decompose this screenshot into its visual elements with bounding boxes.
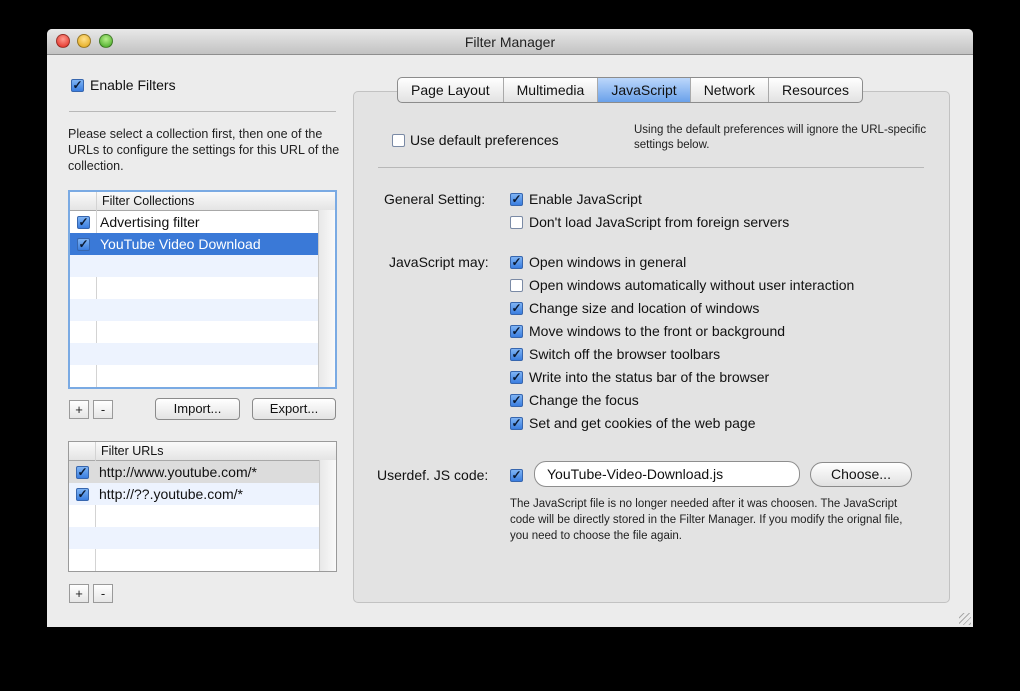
- change-focus-label: Change the focus: [529, 392, 639, 408]
- cookies-checkbox[interactable]: ✓: [510, 417, 523, 430]
- url-checkbox[interactable]: ✓: [76, 466, 89, 479]
- change-size-checkbox[interactable]: ✓: [510, 302, 523, 315]
- remove-url-button[interactable]: -: [93, 584, 113, 603]
- add-url-button[interactable]: +: [69, 584, 89, 603]
- enable-filters-checkbox[interactable]: ✓: [71, 79, 84, 92]
- collection-row-selected[interactable]: ✓ YouTube Video Download: [70, 233, 319, 255]
- collection-row[interactable]: ✓ Advertising filter: [70, 211, 319, 233]
- collection-label: Advertising filter: [100, 214, 200, 230]
- enable-javascript-label: Enable JavaScript: [529, 191, 642, 207]
- instruction-text: Please select a collection first, then o…: [68, 127, 340, 173]
- empty-row: [70, 255, 319, 277]
- move-windows-checkbox[interactable]: ✓: [510, 325, 523, 338]
- tab-javascript[interactable]: JavaScript: [598, 78, 691, 102]
- tab-multimedia[interactable]: Multimedia: [504, 78, 599, 102]
- foreign-servers-checkbox[interactable]: ✓: [510, 216, 523, 229]
- urls-scrollbar[interactable]: [319, 460, 336, 571]
- filter-urls-table[interactable]: Filter URLs ✓ http://www.youtube.com/* ✓…: [68, 441, 337, 572]
- use-default-checkbox[interactable]: ✓: [392, 134, 405, 147]
- js-file-note: The JavaScript file is no longer needed …: [510, 498, 903, 542]
- userdef-js-checkbox[interactable]: ✓: [510, 469, 523, 482]
- open-windows-checkbox[interactable]: ✓: [510, 256, 523, 269]
- change-focus-checkbox[interactable]: ✓: [510, 394, 523, 407]
- open-auto-checkbox[interactable]: ✓: [510, 279, 523, 292]
- empty-row: [70, 365, 319, 387]
- resize-grip-icon[interactable]: [959, 613, 971, 625]
- filter-collections-table[interactable]: Filter Collections ✓ Advertising filter …: [68, 190, 337, 389]
- add-collection-button[interactable]: +: [69, 400, 89, 419]
- url-label: http://??.youtube.com/*: [99, 486, 243, 502]
- use-default-label: Use default preferences: [410, 132, 559, 148]
- userdef-js-label: Userdef. JS code:: [377, 467, 489, 483]
- urls-header[interactable]: Filter URLs: [69, 442, 336, 461]
- tab-network[interactable]: Network: [691, 78, 770, 102]
- toolbars-checkbox[interactable]: ✓: [510, 348, 523, 361]
- empty-row: [70, 277, 319, 299]
- export-button[interactable]: Export...: [252, 398, 336, 420]
- move-windows-label: Move windows to the front or background: [529, 323, 786, 339]
- empty-row: [69, 549, 320, 571]
- tab-bar: Page Layout Multimedia JavaScript Networ…: [397, 77, 863, 103]
- empty-row: [69, 505, 320, 527]
- tab-page-layout[interactable]: Page Layout: [398, 78, 504, 102]
- separator: [69, 111, 336, 112]
- status-bar-checkbox[interactable]: ✓: [510, 371, 523, 384]
- enable-javascript-checkbox[interactable]: ✓: [510, 193, 523, 206]
- collections-scrollbar[interactable]: [318, 210, 335, 387]
- url-row[interactable]: ✓ http://www.youtube.com/*: [69, 461, 320, 483]
- toolbars-label: Switch off the browser toolbars: [529, 346, 721, 362]
- title-bar[interactable]: Filter Manager: [47, 29, 973, 55]
- import-button[interactable]: Import...: [155, 398, 240, 420]
- default-note: Using the default preferences will ignor…: [634, 124, 927, 151]
- general-setting-label: General Setting:: [384, 191, 486, 207]
- collection-checkbox[interactable]: ✓: [77, 216, 90, 229]
- empty-row: [70, 343, 319, 365]
- url-checkbox[interactable]: ✓: [76, 488, 89, 501]
- js-file-field[interactable]: YouTube-Video-Download.js: [534, 461, 800, 487]
- empty-row: [70, 299, 319, 321]
- choose-button[interactable]: Choose...: [810, 462, 912, 487]
- filter-manager-window: Filter Manager ✓ Enable Filters Please s…: [47, 29, 973, 627]
- window-title: Filter Manager: [464, 34, 556, 50]
- empty-row: [70, 321, 319, 343]
- cookies-label: Set and get cookies of the web page: [529, 415, 756, 431]
- open-auto-label: Open windows automatically without user …: [529, 277, 855, 293]
- foreign-servers-label: Don't load JavaScript from foreign serve…: [529, 214, 790, 230]
- collection-label: YouTube Video Download: [100, 236, 261, 252]
- remove-collection-button[interactable]: -: [93, 400, 113, 419]
- open-windows-label: Open windows in general: [529, 254, 687, 270]
- urls-header-label: Filter URLs: [101, 444, 164, 458]
- javascript-may-label: JavaScript may:: [389, 254, 489, 270]
- collections-header-label: Filter Collections: [102, 194, 195, 208]
- change-size-label: Change size and location of windows: [529, 300, 760, 316]
- status-bar-label: Write into the status bar of the browser: [529, 369, 770, 385]
- enable-filters-label: Enable Filters: [90, 77, 176, 93]
- collection-checkbox[interactable]: ✓: [77, 238, 90, 251]
- separator: [378, 167, 924, 168]
- url-label: http://www.youtube.com/*: [99, 464, 257, 480]
- url-row[interactable]: ✓ http://??.youtube.com/*: [69, 483, 320, 505]
- collections-header[interactable]: Filter Collections: [70, 192, 335, 211]
- tab-resources[interactable]: Resources: [769, 78, 862, 102]
- empty-row: [69, 527, 320, 549]
